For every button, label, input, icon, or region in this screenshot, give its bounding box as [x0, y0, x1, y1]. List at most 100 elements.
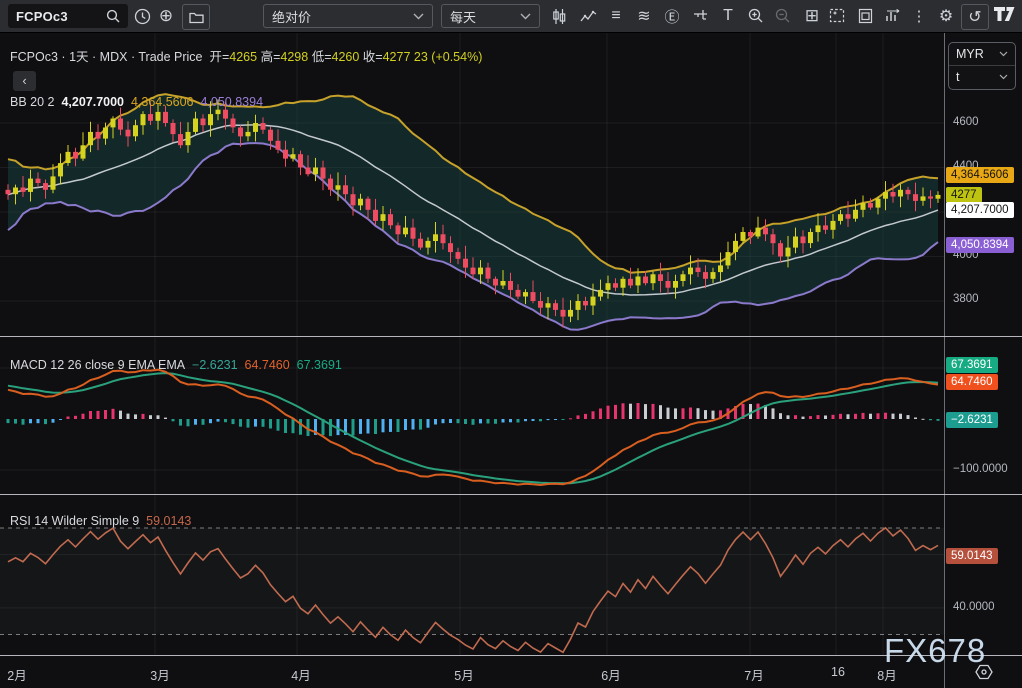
axis-separator: [0, 655, 1022, 656]
currency-label: MYR: [956, 47, 984, 61]
bb-lower-value: 4,050.8394: [200, 95, 263, 109]
volume-profile-button[interactable]: [880, 4, 906, 28]
macd-title: MACD 12 26 close 9 EMA EMA: [10, 358, 185, 372]
macd-line-value: 64.7460: [245, 358, 290, 372]
bb-lower-badge: 4,050.8394: [946, 237, 1014, 253]
chevron-down-icon: [520, 13, 531, 20]
bb-legend[interactable]: BB 20 2 4,207.7000 4,364.5606 4,050.8394: [10, 95, 263, 109]
time-axis-label: 6月: [601, 665, 620, 684]
templates-button[interactable]: ≡: [603, 4, 629, 28]
macd-signal-badge: 67.3691: [946, 357, 998, 373]
time-axis-label: 3月: [150, 665, 169, 684]
high-value: 4298: [280, 50, 308, 64]
macd-line-badge: 64.7460: [946, 374, 998, 390]
compare-overlay-button[interactable]: ≋: [631, 4, 657, 28]
tv-logo-icon: [994, 7, 1016, 22]
grid-icon: ⊞: [805, 6, 819, 26]
time-axis-label: 7月: [744, 665, 763, 684]
trading-app: FCPOc3 ⊕ 绝对价 每天: [0, 0, 1022, 688]
bb-basis-badge: 4,207.7000: [946, 202, 1014, 218]
gear-icon: ⚙: [939, 6, 953, 26]
chevron-down-icon: [413, 13, 424, 20]
rsi-title: RSI 14 Wilder Simple 9: [10, 514, 139, 528]
open-value: 4265: [229, 50, 257, 64]
macd-hist-badge: −2.6231: [946, 412, 998, 428]
indicators-button[interactable]: [575, 4, 601, 28]
last-price-badge: 4277: [946, 187, 982, 203]
folder-icon: [189, 11, 204, 24]
snapshot-button[interactable]: [824, 4, 850, 28]
undo-icon: ↺: [968, 7, 981, 27]
stack-lines-icon: ≡: [611, 7, 620, 25]
rsi-legend[interactable]: RSI 14 Wilder Simple 9 59.0143: [10, 514, 191, 528]
panel-separator[interactable]: [0, 494, 1022, 495]
symbol-search-box[interactable]: FCPOc3: [8, 4, 128, 28]
time-axis[interactable]: 2月3月4月5月6月7月168月: [0, 656, 1022, 688]
measure-ruler-icon: [692, 8, 708, 24]
macd-hist-value: −2.6231: [192, 358, 238, 372]
price-axis[interactable]: 46004400400038004,364.560642774,207.7000…: [944, 33, 1022, 655]
close-label: 收=: [363, 50, 383, 64]
fx678-watermark: FX678: [884, 632, 986, 670]
tradingview-logo[interactable]: [994, 7, 1016, 22]
price-mode-dropdown[interactable]: 绝对价: [263, 4, 433, 28]
chart-style-button[interactable]: [546, 4, 572, 28]
unit-label: t: [956, 70, 959, 84]
zoom-out-button[interactable]: [770, 4, 796, 28]
time-axis-label: 2月: [7, 665, 26, 684]
zoom-in-icon: [748, 8, 764, 24]
text-tool-icon: T: [723, 7, 733, 25]
zoom-in-button[interactable]: [743, 4, 769, 28]
text-tool-button[interactable]: T: [715, 4, 741, 28]
open-folder-button[interactable]: [182, 4, 210, 30]
main-chart-legend[interactable]: FCPOc3 · 1天 · MDX · Trade Price 开=4265 高…: [10, 46, 482, 65]
axis-tick-label: 40.0000: [953, 601, 995, 613]
zoom-out-icon: [775, 8, 791, 24]
legend-separator: ·: [61, 50, 65, 64]
interval-dropdown[interactable]: 每天: [441, 4, 540, 28]
change-value: 23 (+0.54%): [414, 50, 482, 64]
more-options-button[interactable]: ⋮: [906, 4, 932, 28]
axis-tick-label: 4600: [953, 116, 979, 128]
rsi-value: 59.0143: [146, 514, 191, 528]
unit-dropdown[interactable]: t: [949, 65, 1015, 88]
currency-dropdown[interactable]: MYR: [949, 43, 1015, 65]
settings-button[interactable]: ⚙: [933, 4, 959, 28]
time-axis-label: 5月: [454, 665, 473, 684]
legend-exchange: MDX: [100, 50, 128, 64]
axis-tick-label: 3800: [953, 293, 979, 305]
measure-button[interactable]: [687, 4, 713, 28]
open-label: 开=: [209, 50, 229, 64]
compare-add-button[interactable]: ⊕: [153, 4, 179, 28]
history-clock-button[interactable]: [129, 4, 155, 28]
undo-button[interactable]: ↺: [961, 4, 989, 30]
market-grid-button[interactable]: ⊞: [799, 4, 825, 28]
low-label: 低=: [312, 50, 332, 64]
high-label: 高=: [261, 50, 281, 64]
chevron-left-icon: ‹: [22, 73, 26, 88]
legend-series-type: Trade Price: [138, 50, 202, 64]
waves-icon: ≋: [637, 6, 650, 26]
candlestick-icon: [551, 8, 567, 25]
snapshot-icon: [829, 8, 846, 24]
low-value: 4260: [332, 50, 360, 64]
collapse-legend-button[interactable]: ‹: [13, 71, 36, 91]
main-chart-canvas[interactable]: [0, 33, 944, 336]
legend-symbol: FCPOc3: [10, 50, 58, 64]
bb-upper-value: 4,364.5606: [131, 95, 194, 109]
kebab-menu-icon: ⋮: [912, 7, 927, 25]
symbol-label: FCPOc3: [16, 9, 68, 24]
events-button[interactable]: Ⓔ: [659, 4, 685, 28]
circled-e-icon: Ⓔ: [664, 6, 679, 27]
layout-button[interactable]: [852, 4, 878, 28]
rsi-value-badge: 59.0143: [946, 548, 998, 564]
indicator-line-icon: [580, 9, 597, 24]
macd-legend[interactable]: MACD 12 26 close 9 EMA EMA −2.6231 64.74…: [10, 358, 342, 372]
bb-basis-value: 4,207.7000: [61, 95, 124, 109]
legend-interval: 1天: [69, 50, 88, 64]
bb-title: BB 20 2: [10, 95, 54, 109]
top-toolbar: FCPOc3 ⊕ 绝对价 每天: [0, 0, 1022, 33]
search-icon: [106, 9, 120, 23]
interval-label: 每天: [450, 7, 476, 26]
panel-separator[interactable]: [0, 336, 1022, 337]
